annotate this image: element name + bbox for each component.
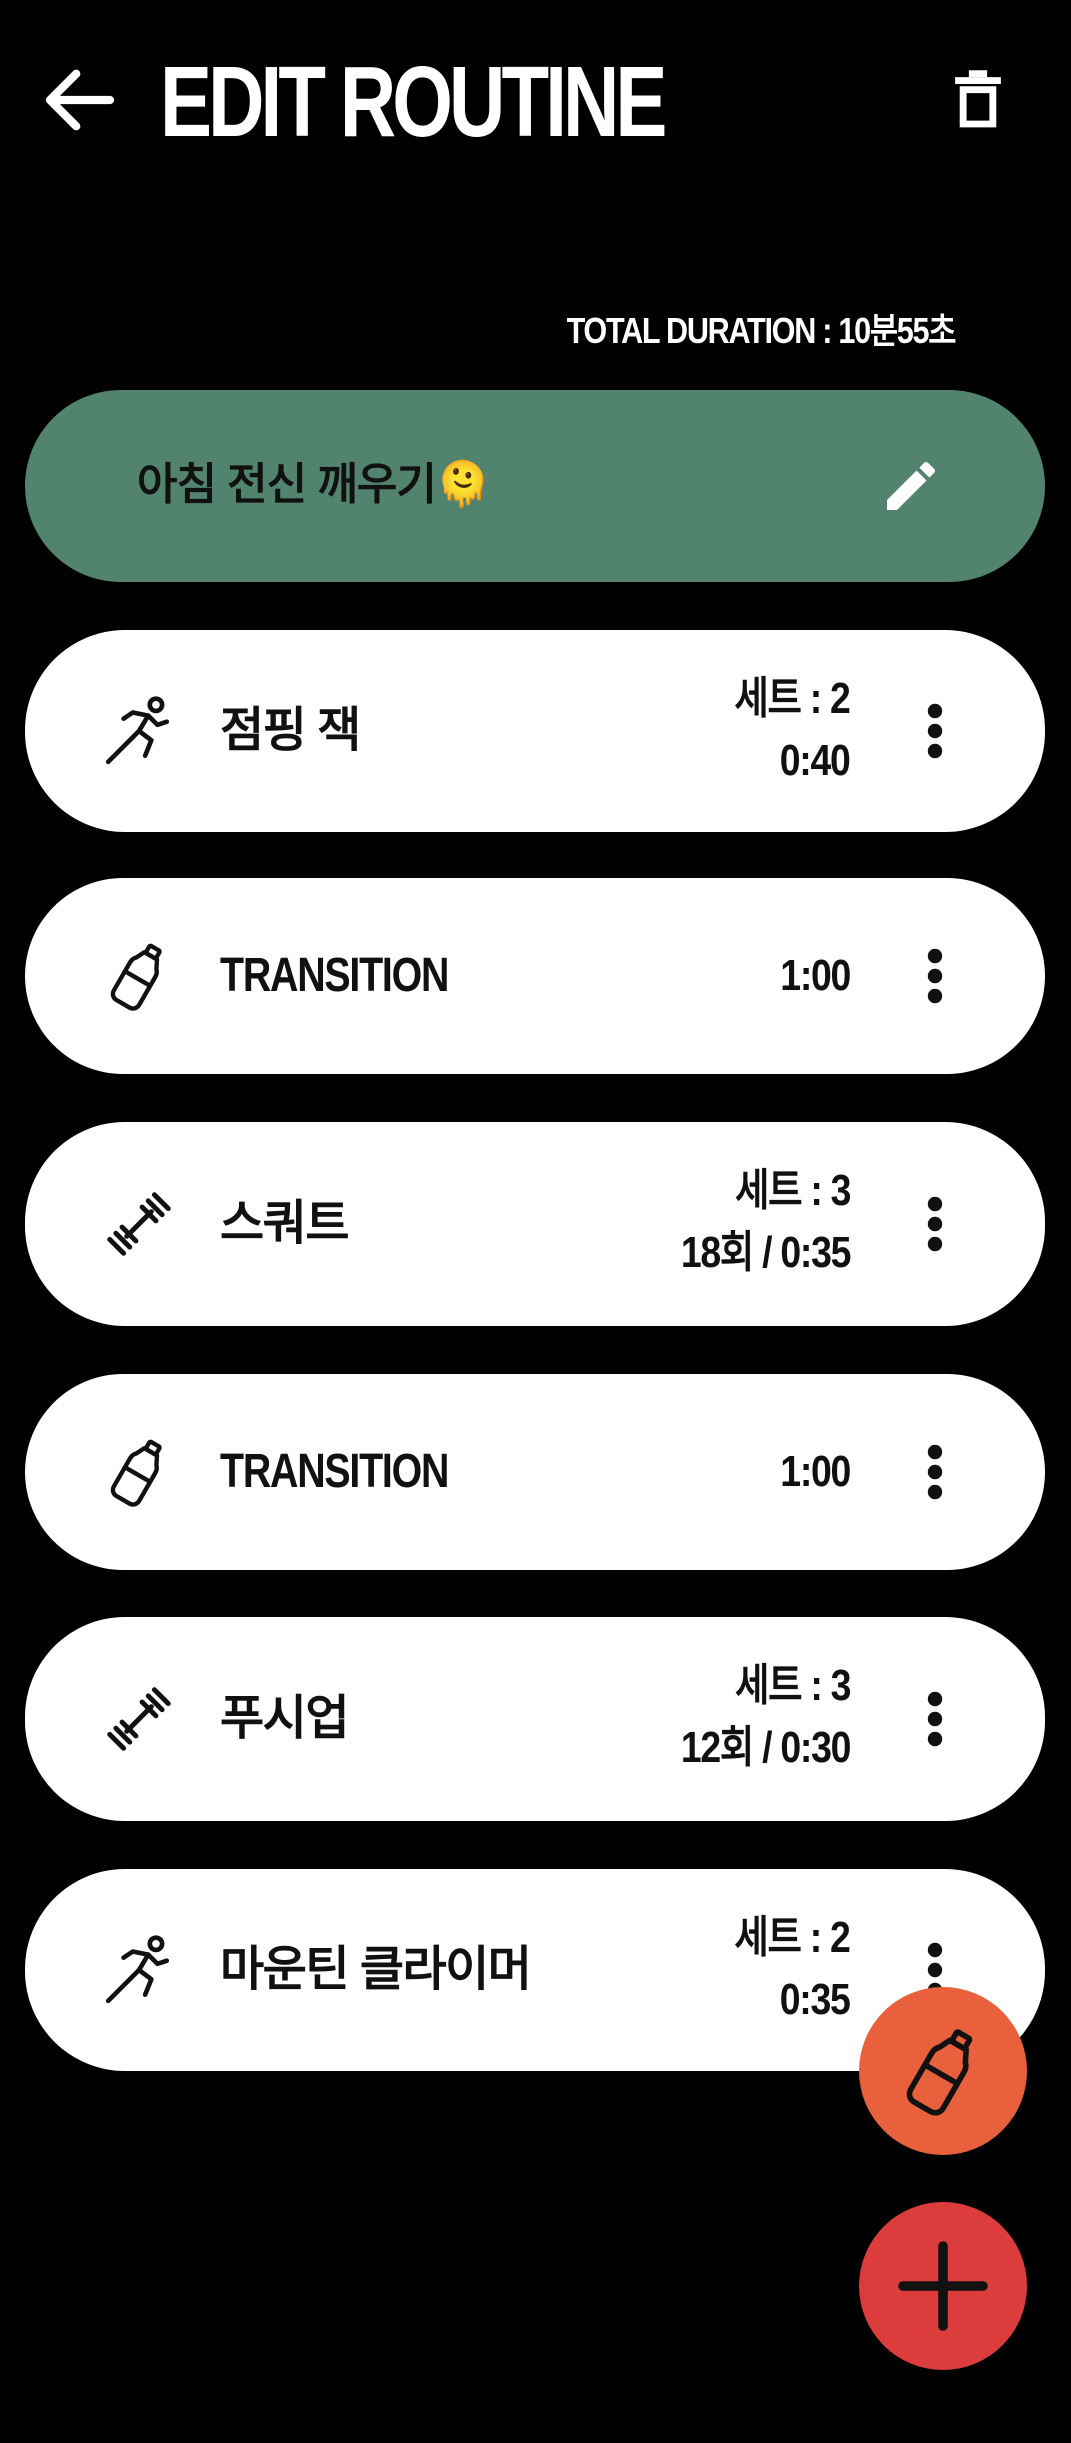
exercise-detail: 1:00 <box>780 951 851 1000</box>
exercise-meta: 세트 : 3 18회 / 0:35 <box>651 1160 852 1284</box>
more-options-button[interactable] <box>905 1671 965 1767</box>
exercise-meta: 세트 : 3 12회 / 0:30 <box>651 1655 852 1779</box>
exercise-name: 점핑 잭 <box>220 704 361 757</box>
dumbbell-icon <box>97 1677 181 1761</box>
dumbbell-icon <box>97 1182 181 1266</box>
exercise-meta: 1:00 <box>768 945 851 1007</box>
exercise-detail: 12회 / 0:30 <box>680 1723 852 1772</box>
more-options-button[interactable] <box>905 1424 965 1520</box>
exercise-detail: 0:35 <box>780 1975 851 2024</box>
exercise-detail: 18회 / 0:35 <box>680 1228 852 1277</box>
exercise-meta: 1:00 <box>768 1441 851 1503</box>
exercise-sets: 세트 : 3 <box>734 1166 851 1215</box>
pencil-icon <box>887 461 936 510</box>
exercise-name: TRANSITION <box>220 1445 449 1498</box>
exercise-sets: 세트 : 3 <box>734 1661 851 1710</box>
trash-icon <box>955 70 1001 128</box>
exercise-item-jumping-jack[interactable]: 점핑 잭 세트 : 2 0:40 <box>25 630 1045 832</box>
exercise-sets: 세트 : 2 <box>734 1913 851 1962</box>
page-title: EDIT ROUTINE <box>160 46 667 158</box>
water-bottle-icon <box>97 1430 181 1514</box>
transition-item[interactable]: TRANSITION 1:00 <box>25 1374 1045 1570</box>
back-button[interactable] <box>30 52 130 148</box>
arrow-left-icon <box>45 69 115 131</box>
more-vertical-icon <box>927 1691 943 1747</box>
exercise-detail: 0:40 <box>780 736 851 785</box>
plus-icon <box>898 2241 988 2331</box>
water-bottle-icon <box>97 934 181 1018</box>
more-options-button[interactable] <box>905 683 965 779</box>
exercise-meta: 세트 : 2 0:40 <box>714 668 851 792</box>
running-person-icon <box>97 689 181 773</box>
routine-name: 아침 전신 깨우기🫠 <box>137 460 491 509</box>
exercise-name: 스쿼트 <box>220 1197 349 1250</box>
transition-item[interactable]: TRANSITION 1:00 <box>25 878 1045 1074</box>
app-header: EDIT ROUTINE <box>0 0 1071 200</box>
exercise-name: 푸시업 <box>220 1692 349 1745</box>
exercise-name: 마운틴 클라이머 <box>220 1943 532 1996</box>
delete-button[interactable] <box>940 58 1016 142</box>
exercise-sets: 세트 : 2 <box>734 674 851 723</box>
exercise-item-squat[interactable]: 스쿼트 세트 : 3 18회 / 0:35 <box>25 1122 1045 1326</box>
exercise-detail: 1:00 <box>780 1447 851 1496</box>
more-vertical-icon <box>927 1196 943 1252</box>
routine-name-card: 아침 전신 깨우기🫠 <box>25 390 1045 582</box>
running-person-icon <box>97 1928 181 2012</box>
exercise-meta: 세트 : 2 0:35 <box>714 1907 851 2031</box>
more-vertical-icon <box>927 1444 943 1500</box>
add-transition-fab[interactable] <box>859 1987 1027 2155</box>
total-duration: TOTAL DURATION : 10분55초 <box>566 310 956 351</box>
water-bottle-icon <box>906 2029 973 2116</box>
edit-name-button[interactable] <box>863 438 959 534</box>
more-options-button[interactable] <box>905 928 965 1024</box>
exercise-item-pushup[interactable]: 푸시업 세트 : 3 12회 / 0:30 <box>25 1617 1045 1821</box>
more-vertical-icon <box>927 703 943 759</box>
add-exercise-fab[interactable] <box>859 2202 1027 2370</box>
more-vertical-icon <box>927 948 943 1004</box>
more-options-button[interactable] <box>905 1176 965 1272</box>
exercise-name: TRANSITION <box>220 949 449 1002</box>
